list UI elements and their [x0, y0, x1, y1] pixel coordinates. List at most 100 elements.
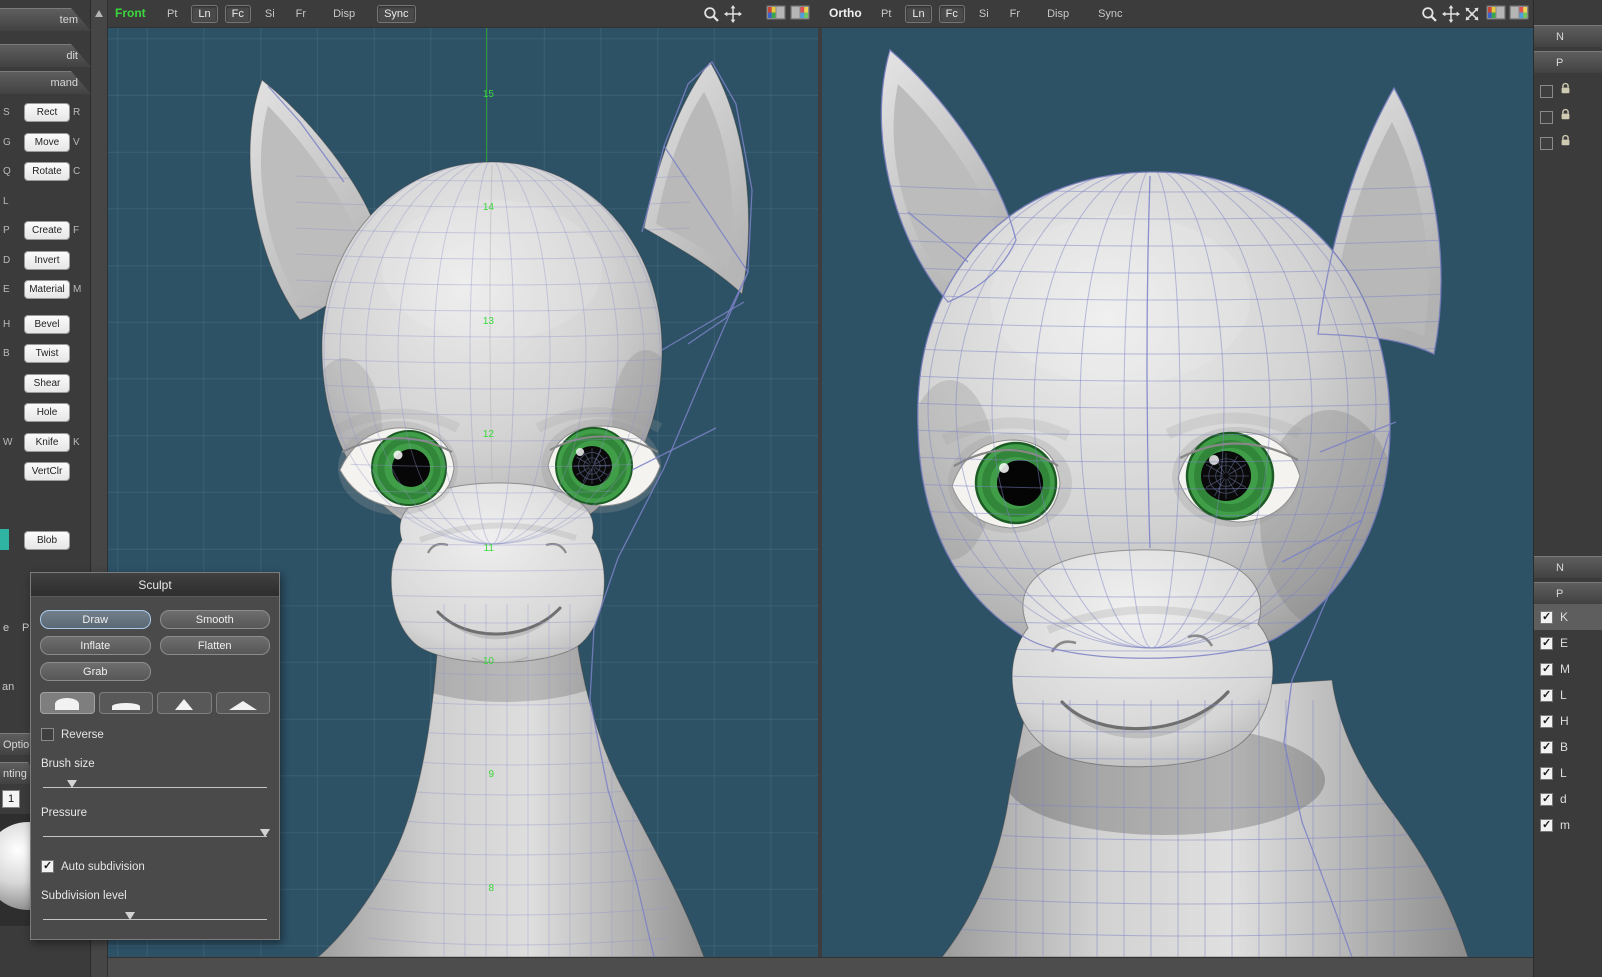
tool-button[interactable]: Hole [24, 403, 70, 422]
object-panel-tab[interactable]: N [1534, 556, 1602, 578]
blob-tool-button[interactable]: Blob [24, 531, 70, 550]
padlock-icon[interactable] [1559, 108, 1572, 126]
locked-item-row[interactable] [1534, 78, 1602, 104]
object-label: B [1560, 740, 1569, 754]
object-sidebar: N P N P ✓ K ✓ E ✓ M ✓ L ✓ H ✓ B ✓ L ✓ d … [1533, 0, 1602, 977]
up-arrow-icon[interactable] [95, 10, 103, 17]
brush-shape-button[interactable] [40, 692, 95, 714]
object-row[interactable]: m [1534, 812, 1602, 838]
tool-button[interactable]: Material [24, 280, 70, 299]
viewport-mode-button[interactable]: Disp [1040, 5, 1076, 23]
pan-icon[interactable] [724, 5, 744, 23]
viewport-mode-button[interactable]: Fc [938, 5, 965, 23]
value-input[interactable]: 1 [2, 790, 20, 808]
reverse-label: Reverse [61, 728, 104, 741]
visibility-checkbox[interactable] [1540, 636, 1553, 650]
tool-button[interactable]: Twist [24, 344, 70, 363]
item-checkbox[interactable] [1540, 84, 1553, 98]
tool-button[interactable]: Bevel [24, 314, 70, 334]
brush-shape-icon [111, 703, 140, 710]
display-colors-icon-2[interactable] [790, 5, 810, 23]
slider-handle[interactable] [67, 780, 78, 788]
visibility-checkbox[interactable] [1540, 740, 1553, 754]
brush-shape-button[interactable] [215, 692, 270, 714]
tool-button[interactable]: VertClr [24, 462, 70, 481]
orbit-icon[interactable] [1463, 5, 1483, 23]
tool-button[interactable]: Knife [24, 432, 70, 452]
viewport-mode-button[interactable]: Fr [1003, 5, 1027, 23]
brush-size-slider[interactable] [43, 778, 267, 790]
tool-row: Blob [0, 527, 91, 556]
viewport-mode-button[interactable]: Disp [326, 5, 362, 23]
object-row[interactable]: L [1534, 682, 1602, 708]
display-colors-icon-1[interactable] [766, 5, 786, 23]
sidebar-panel-tab[interactable]: tem [0, 8, 91, 31]
sculpt-tool-button[interactable]: Smooth [159, 610, 270, 629]
locked-item-row[interactable] [1534, 130, 1602, 156]
sculpt-tool-button[interactable]: Grab [40, 662, 151, 681]
slider-handle[interactable] [125, 912, 136, 920]
viewport-mode-button[interactable]: Pt [160, 5, 184, 23]
viewport-mode-button[interactable]: Fr [289, 5, 313, 23]
sculpt-tool-button[interactable]: Inflate [40, 636, 151, 655]
tool-button[interactable]: Shear [24, 373, 70, 393]
sidebar-panel-tab[interactable]: dit [0, 44, 91, 67]
visibility-checkbox[interactable] [1540, 662, 1553, 676]
tool-button[interactable]: Rect [24, 103, 70, 122]
padlock-icon[interactable] [1559, 82, 1572, 100]
viewport-mode-button[interactable]: Fc [224, 5, 251, 23]
item-checkbox[interactable] [1540, 136, 1553, 150]
tool-button[interactable]: Rotate [24, 162, 70, 181]
viewport-mode-button[interactable]: Si [972, 5, 996, 23]
viewport-left-label[interactable]: Front [115, 6, 146, 20]
subdivision-level-slider[interactable] [43, 910, 267, 922]
viewport-mode-button[interactable]: Si [258, 5, 282, 23]
zoom-icon[interactable] [1420, 5, 1440, 23]
brush-shape-button[interactable] [157, 692, 212, 714]
locked-item-row[interactable] [1534, 104, 1602, 130]
viewport-mode-button[interactable]: Pt [874, 5, 898, 23]
zoom-icon[interactable] [702, 5, 722, 23]
visibility-checkbox[interactable] [1540, 610, 1553, 624]
viewport-mode-button[interactable]: Ln [191, 5, 218, 23]
viewport-mode-button[interactable]: Sync [377, 5, 416, 23]
viewport-right-label[interactable]: Ortho [829, 6, 862, 20]
object-row[interactable]: d [1534, 786, 1602, 812]
sculpt-tool-button[interactable]: Draw [40, 610, 151, 629]
viewport-mode-button[interactable]: Sync [1091, 5, 1129, 23]
object-row[interactable]: E [1534, 630, 1602, 656]
object-panel-tab[interactable]: P [1534, 51, 1602, 73]
pressure-slider[interactable] [43, 827, 270, 839]
sculpt-tool-button[interactable]: Flatten [159, 636, 270, 655]
pan-icon[interactable] [1442, 5, 1462, 23]
display-colors-icon-1[interactable] [1486, 5, 1506, 23]
auto-subdivision-checkbox[interactable] [41, 859, 54, 873]
object-panel-tab[interactable]: P [1534, 582, 1602, 604]
object-row[interactable]: L [1534, 760, 1602, 786]
display-colors-icon-2[interactable] [1509, 5, 1529, 23]
object-row[interactable]: M [1534, 656, 1602, 682]
tool-button[interactable]: Create [24, 221, 70, 240]
brush-shape-button[interactable] [98, 692, 153, 714]
visibility-checkbox[interactable] [1540, 766, 1553, 780]
padlock-icon[interactable] [1559, 134, 1572, 152]
viewport-ortho[interactable] [822, 28, 1533, 957]
sculpt-panel-title[interactable]: Sculpt [31, 573, 279, 597]
tool-button[interactable]: Invert [24, 250, 70, 270]
item-checkbox[interactable] [1540, 110, 1553, 124]
object-row[interactable]: B [1534, 734, 1602, 760]
object-panel-tab[interactable]: N [1534, 25, 1602, 47]
slider-handle[interactable] [259, 829, 270, 837]
active-color-swatch[interactable] [0, 529, 9, 550]
visibility-checkbox[interactable] [1540, 714, 1553, 728]
reverse-checkbox[interactable] [41, 728, 54, 741]
viewport-mode-button[interactable]: Ln [905, 5, 932, 23]
visibility-checkbox[interactable] [1540, 688, 1553, 702]
shortcut-letter-left: G [3, 136, 11, 148]
object-row[interactable]: H [1534, 708, 1602, 734]
object-row[interactable]: K [1534, 604, 1602, 630]
sidebar-panel-tab[interactable]: mand [0, 71, 91, 94]
visibility-checkbox[interactable] [1540, 792, 1553, 806]
visibility-checkbox[interactable] [1540, 818, 1553, 832]
tool-button[interactable]: Move [24, 132, 70, 152]
